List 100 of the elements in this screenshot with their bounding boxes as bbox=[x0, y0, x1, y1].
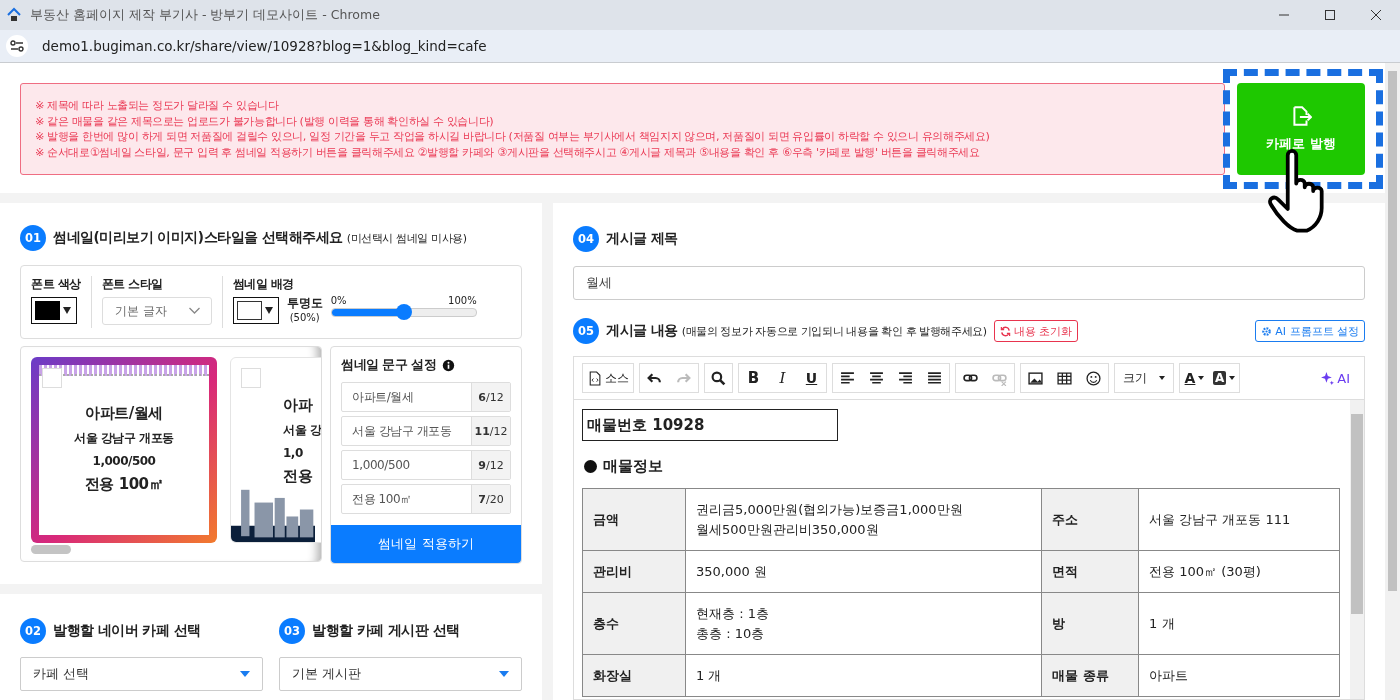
option-label: 폰트 스타일 bbox=[101, 276, 164, 293]
ai-tool-button[interactable]: AI bbox=[1314, 369, 1356, 387]
site-settings-icon[interactable] bbox=[6, 35, 28, 57]
character-count: 6/12 bbox=[471, 383, 510, 411]
table-header-cell: 주소 bbox=[1041, 488, 1139, 551]
url-text[interactable]: demo1.bugiman.co.kr/share/view/10928?blog=1&blog_kind=cafe bbox=[42, 38, 487, 54]
font-style-select[interactable]: 기본 글자 bbox=[101, 297, 212, 325]
reset-content-button[interactable]: 내용 초기화 bbox=[993, 320, 1079, 342]
thumbnail-checkbox[interactable] bbox=[42, 368, 62, 388]
section-title: 게시글 제목 bbox=[606, 230, 678, 248]
opacity-label: 투명도 bbox=[286, 294, 323, 312]
thumbnail-card[interactable]: 아파 서울 강 1,0 전용 bbox=[230, 357, 321, 543]
file-export-icon bbox=[1290, 105, 1312, 127]
maximize-icon[interactable] bbox=[1324, 9, 1336, 21]
table-header-cell: 매물 종류 bbox=[1041, 654, 1139, 697]
thumbnail-text-field[interactable]: 아파트/월세 6/12 bbox=[341, 382, 511, 412]
thumbnail-text: 전용 bbox=[283, 467, 312, 486]
thumbnail-text: 서울 강 bbox=[283, 422, 321, 439]
table-cell: 현재층 : 1층 총층 : 10층 bbox=[685, 592, 1042, 655]
notice-line: ※ 제목에 따라 노출되는 정도가 달라질 수 있습니다 bbox=[35, 98, 280, 114]
close-icon[interactable] bbox=[1370, 9, 1382, 21]
table-cell: 1 개 bbox=[1138, 592, 1340, 655]
opacity-reading: (50%) bbox=[289, 311, 320, 323]
table-cell: 350,000 원 bbox=[685, 550, 1042, 593]
step-badge: 02 bbox=[20, 618, 46, 644]
section-title: 썸네일(미리보기 이미지)스타일을 선택해주세요 bbox=[53, 229, 343, 247]
caret-icon bbox=[264, 307, 273, 314]
settings-icon bbox=[1261, 325, 1273, 337]
window-title: 부동산 홈페이지 제작 부기사 - 방부기 데모사이트 - Chrome bbox=[30, 6, 381, 24]
sparkle-icon bbox=[1320, 370, 1336, 386]
slider-min-label: 0% bbox=[330, 294, 347, 306]
caret-icon bbox=[499, 671, 509, 677]
post-title-field[interactable]: 월세 bbox=[573, 266, 1365, 300]
ai-prompt-settings-button[interactable]: AI 프롬프트 설정 bbox=[1255, 320, 1365, 342]
dropdown-select[interactable]: 카페 선택 bbox=[20, 657, 263, 691]
option-label: 폰트 색상 bbox=[31, 276, 81, 293]
section-title: 발행할 네이버 카페 선택 bbox=[53, 622, 201, 640]
character-count: 7/20 bbox=[471, 485, 510, 513]
property-number-box: 매물번호 10928 bbox=[582, 409, 838, 441]
align-justify-icon bbox=[927, 370, 942, 386]
search-icon bbox=[711, 370, 726, 386]
editor-scrollbar[interactable] bbox=[1350, 400, 1364, 699]
background-color-picker[interactable] bbox=[232, 297, 279, 324]
step-badge: 04 bbox=[573, 226, 599, 252]
caret-icon bbox=[240, 671, 250, 677]
source-tool-button[interactable]: 소스 bbox=[582, 363, 634, 393]
size-tool-button[interactable]: 크기 bbox=[1114, 363, 1174, 393]
thumbnail-text: 전용 100㎡ bbox=[84, 475, 163, 494]
caret-icon bbox=[1229, 376, 1236, 380]
opacity-slider[interactable] bbox=[330, 307, 477, 317]
thumbnail-text-field[interactable]: 서울 강남구 개포동 11/12 bbox=[341, 416, 511, 446]
character-count: 9/12 bbox=[471, 451, 510, 479]
notice-line: ※ 같은 매물을 같은 제목으로는 업로드가 불가능합니다 (발행 이력을 통해 확인하실 수 있습니다) bbox=[35, 113, 495, 129]
notice-line: ※ 순서대로①썸네일 스타일, 문구 입력 후 썸네일 적용하기 버튼을 클릭해주세요 ②발행할 카페와 ③게시판을 선택해주시고 ④게시글 제목과 ⑤내용을 확인 후 ⑥우측 '카페로 발행' 버튼을 클릭해주세요 bbox=[35, 144, 981, 160]
table-header-cell: 층수 bbox=[582, 592, 686, 655]
step-badge: 01 bbox=[20, 225, 46, 251]
table-icon bbox=[1057, 370, 1072, 386]
thumbnail-text: 1,000/500 bbox=[92, 454, 156, 468]
dropdown-select[interactable]: 기본 게시판 bbox=[279, 657, 522, 691]
house-icon bbox=[6, 7, 22, 23]
table-header-cell: 방 bbox=[1041, 592, 1139, 655]
notice-line: ※ 발행을 한번에 많이 하게 되면 저품질에 걸릴수 있으니, 일정 기간을 두고 작업을 하시길 바랍니다 (저품질 여부는 부기사에서 책임지지 않으며, 저품질이 되면 유입률이 하락할 수 있으니 유의해주세요) bbox=[35, 129, 991, 145]
thumbnail-text: 아파트/월세 bbox=[85, 404, 163, 423]
thumbnail-checkbox[interactable] bbox=[241, 368, 261, 388]
step-badge: 03 bbox=[279, 618, 305, 644]
search-tool-button[interactable] bbox=[704, 363, 733, 393]
refresh-icon bbox=[999, 325, 1011, 337]
scrollbar-thumb[interactable] bbox=[31, 545, 71, 554]
image-icon bbox=[1028, 370, 1043, 386]
section-hint: (매물의 정보가 자동으로 기입되니 내용을 확인 후 발행해주세요) bbox=[681, 323, 987, 339]
step-badge: 05 bbox=[573, 318, 599, 344]
table-header-cell: 금액 bbox=[582, 488, 686, 551]
section-title: 게시글 내용 bbox=[606, 322, 678, 340]
thumbnail-text: 1,0 bbox=[283, 446, 303, 460]
table-header-cell: 화장실 bbox=[582, 654, 686, 697]
thumbnail-text: 아파 bbox=[283, 396, 312, 415]
chevron-down-icon bbox=[187, 307, 201, 315]
slider-max-label: 100% bbox=[448, 294, 477, 306]
settings-title: 썸네일 문구 설정 bbox=[341, 357, 437, 374]
section-hint: (미선택시 썸네일 미사용) bbox=[346, 230, 467, 246]
table-cell: 아파트 bbox=[1138, 654, 1340, 697]
section-heading: 매물정보 bbox=[603, 457, 663, 476]
slider-thumb[interactable] bbox=[395, 303, 412, 320]
info-icon[interactable] bbox=[442, 359, 456, 372]
thumbnail-card[interactable]: 아파트/월세 서울 강남구 개포동 1,000/500 전용 100㎡ bbox=[31, 357, 217, 543]
thumbnail-text-field[interactable]: 1,000/500 9/12 bbox=[341, 450, 511, 480]
caret-icon bbox=[63, 307, 71, 314]
table-cell: 서울 강남구 개포동 111 bbox=[1138, 488, 1340, 551]
font-color-picker[interactable] bbox=[31, 297, 77, 324]
character-count: 11/12 bbox=[471, 417, 510, 445]
thumbnail-text: 서울 강남구 개포동 bbox=[74, 430, 174, 447]
section-title: 발행할 카페 게시판 선택 bbox=[312, 622, 460, 640]
bullet-icon bbox=[584, 460, 597, 473]
table-header-cell: 면적 bbox=[1041, 550, 1139, 593]
table-cell: 1 개 bbox=[685, 654, 1042, 697]
caret-icon bbox=[1198, 376, 1205, 380]
table-header-cell: 관리비 bbox=[582, 550, 686, 593]
align-right-icon bbox=[898, 370, 913, 386]
thumbnail-text-field[interactable]: 전용 100㎡ 7/20 bbox=[341, 484, 511, 514]
apply-thumbnail-button[interactable]: 썸네일 적용하기 bbox=[331, 525, 521, 563]
